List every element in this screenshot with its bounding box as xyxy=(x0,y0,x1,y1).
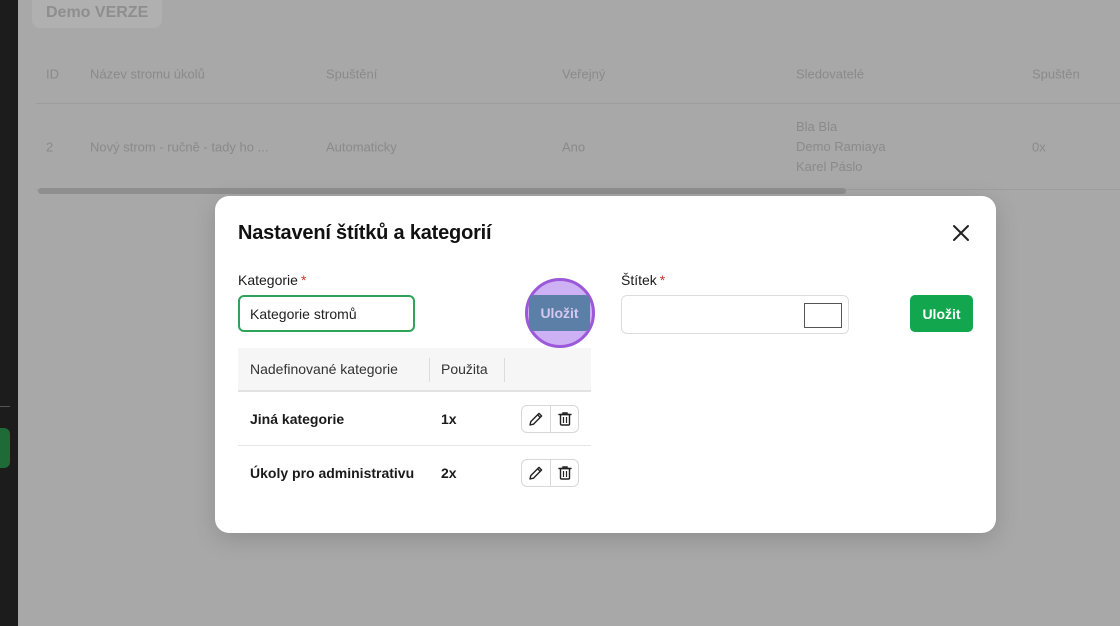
rail-divider xyxy=(0,406,10,407)
background-horizontal-scrollbar[interactable] xyxy=(38,188,846,194)
category-name: Jiná kategorie xyxy=(250,410,345,427)
bg-header-public: Veřejný xyxy=(562,66,606,81)
bg-cell-start: Automaticky xyxy=(326,139,397,154)
row-actions xyxy=(521,459,579,487)
category-name: Úkoly pro administrativu xyxy=(250,465,415,481)
left-navigation-rail xyxy=(0,0,18,626)
row-actions xyxy=(521,404,579,433)
bg-header-name: Název stromu úkolů xyxy=(90,66,205,81)
header-used: Použita xyxy=(441,361,488,377)
tag-label-text: Štítek xyxy=(621,272,657,288)
tag-label: Štítek * xyxy=(621,272,665,288)
pencil-icon xyxy=(529,466,543,480)
bg-follower: Demo Ramiaya xyxy=(796,138,886,154)
required-mark: * xyxy=(659,272,666,288)
trash-icon xyxy=(557,466,572,480)
background-table-row: 2 Nový strom - ručně - tady ho ... Autom… xyxy=(36,104,1120,190)
table-row: Jiná kategorie 1x xyxy=(238,392,591,446)
rail-active-item[interactable] xyxy=(0,428,10,468)
table-row: Úkoly pro administrativu 2x xyxy=(238,446,591,500)
background-table-header: ID Název stromu úkolů Spuštění Veřejný S… xyxy=(36,44,1120,104)
bg-header-start: Spuštění xyxy=(326,66,378,81)
edit-button[interactable] xyxy=(522,460,550,486)
demo-version-badge: Demo VERZE xyxy=(32,0,163,28)
bg-cell-launched: 0x xyxy=(1032,139,1046,154)
categories-table-header: Nadefinované kategorie Použita xyxy=(238,348,591,392)
delete-button[interactable] xyxy=(550,405,578,432)
trash-icon xyxy=(557,411,572,426)
edit-button[interactable] xyxy=(522,406,550,432)
modal-title: Nastavení štítků a kategorií xyxy=(238,222,492,244)
header-defined-categories: Nadefinované kategorie xyxy=(250,361,398,377)
save-tag-button[interactable]: Uložit xyxy=(910,295,973,332)
tag-color-picker[interactable] xyxy=(804,303,842,328)
bg-follower: Bla Bla xyxy=(796,118,838,134)
background-table: ID Název stromu úkolů Spuštění Veřejný S… xyxy=(36,44,1120,190)
header-separator xyxy=(429,358,430,382)
tags-categories-modal: Nastavení štítků a kategorií Kategorie * … xyxy=(215,196,996,533)
category-label: Kategorie * xyxy=(238,272,306,288)
tag-input[interactable] xyxy=(621,295,849,334)
save-category-button[interactable]: Uložit xyxy=(529,295,590,331)
bg-header-id: ID xyxy=(46,66,59,81)
category-label-text: Kategorie xyxy=(238,272,298,288)
category-input[interactable] xyxy=(238,295,415,332)
delete-button[interactable] xyxy=(550,460,578,486)
bg-follower: Karel Páslo xyxy=(796,158,863,174)
bg-cell-public: Ano xyxy=(562,139,586,154)
bg-cell-name: Nový strom - ručně - tady ho ... xyxy=(90,139,269,154)
pencil-icon xyxy=(529,412,543,426)
required-mark: * xyxy=(300,272,307,288)
bg-header-launched: Spuštěn xyxy=(1032,66,1080,81)
category-usage-count: 1x xyxy=(441,410,457,427)
bg-cell-followers: Bla Bla Demo Ramiaya Karel Páslo xyxy=(796,117,886,177)
bg-header-followers: Sledovatelé xyxy=(796,66,864,81)
category-usage-count: 2x xyxy=(441,465,457,481)
close-icon xyxy=(953,225,969,241)
bg-cell-id: 2 xyxy=(46,139,54,154)
header-separator xyxy=(504,358,505,382)
close-button[interactable] xyxy=(950,222,972,244)
categories-table: Nadefinované kategorie Použita Jiná kate… xyxy=(238,348,591,500)
